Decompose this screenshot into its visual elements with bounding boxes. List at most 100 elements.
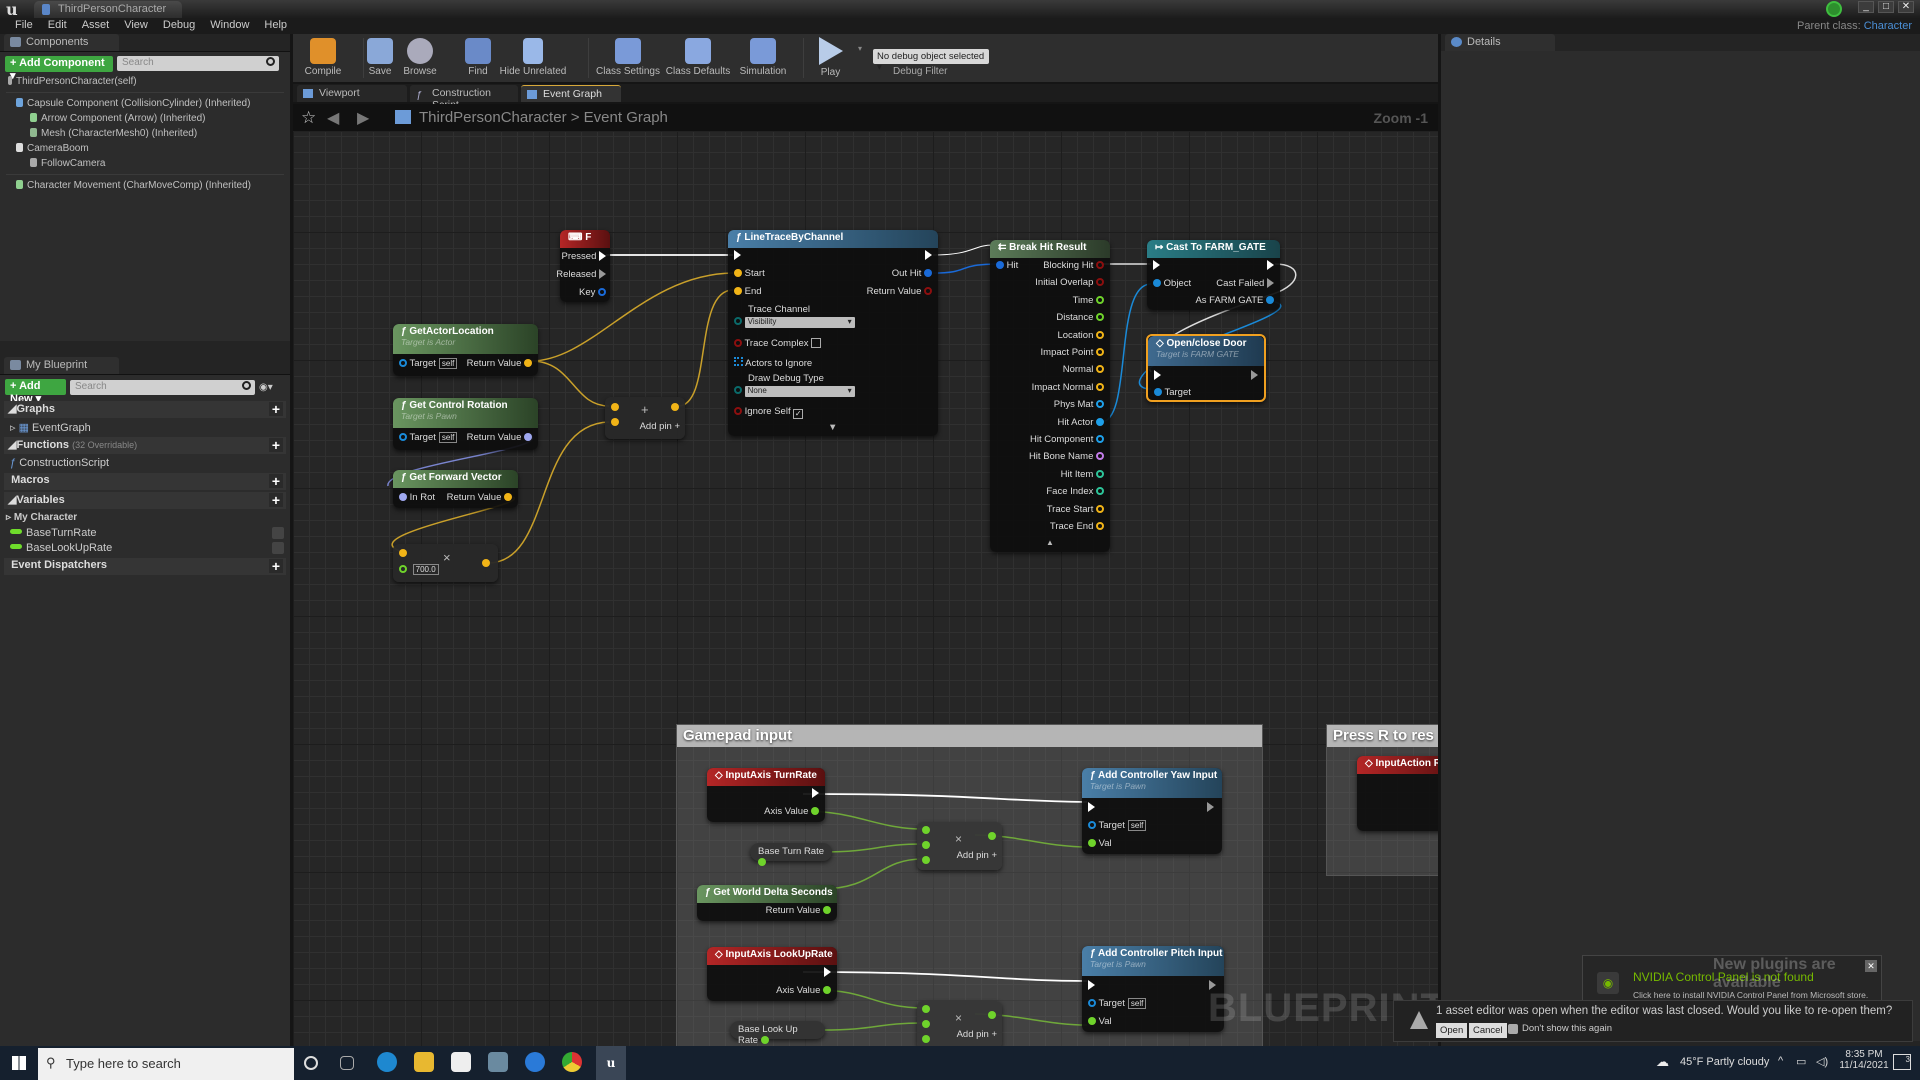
node-add[interactable]: + Add pin + bbox=[605, 397, 685, 439]
visibility-toggle[interactable] bbox=[272, 542, 284, 554]
components-search-input[interactable]: Search bbox=[117, 56, 279, 71]
pin-start[interactable]: Start bbox=[734, 268, 765, 279]
pin-output[interactable]: Trace End bbox=[1050, 521, 1104, 532]
pin-ignore-self[interactable]: Ignore Self ✓ bbox=[734, 406, 804, 419]
pin-target[interactable]: Target self bbox=[399, 432, 458, 443]
app-w-icon[interactable] bbox=[525, 1052, 545, 1072]
menu-edit[interactable]: Edit bbox=[41, 18, 75, 34]
pin-output[interactable]: Hit Component bbox=[1030, 434, 1104, 445]
pin-output[interactable]: Hit Bone Name bbox=[1029, 451, 1104, 462]
variable-item[interactable]: BaseTurnRate bbox=[0, 526, 290, 541]
pin-object[interactable]: Object bbox=[1153, 278, 1191, 289]
pin-output[interactable]: Face Index bbox=[1046, 486, 1104, 497]
close-icon[interactable]: ✕ bbox=[1865, 960, 1877, 972]
trace-channel-pin[interactable]: Visibility ▾ bbox=[734, 316, 855, 328]
my-blueprint-tab[interactable]: My Blueprint bbox=[4, 357, 119, 374]
compile-button[interactable]: Compile bbox=[293, 34, 353, 82]
network-icon[interactable]: ▭ bbox=[1796, 1055, 1806, 1068]
pin-key[interactable]: Key bbox=[579, 287, 606, 298]
class-defaults-button[interactable]: Class Defaults bbox=[663, 34, 733, 82]
pin-output[interactable]: Hit Item bbox=[1061, 469, 1104, 480]
pin-output[interactable]: Trace Start bbox=[1047, 504, 1104, 515]
pin-as-farm-gate[interactable]: As FARM GATE bbox=[1195, 295, 1274, 306]
function-item-constructionscript[interactable]: ƒ ConstructionScript bbox=[0, 456, 290, 471]
event-graph-canvas[interactable]: ☆ ◀ ▶ ThirdPersonCharacter > Event Graph… bbox=[293, 104, 1438, 1046]
menu-file[interactable]: File bbox=[8, 18, 41, 34]
pin-exec-out[interactable] bbox=[812, 788, 819, 799]
pin-released[interactable]: Released bbox=[556, 269, 606, 280]
node-inputaxis-lookuprate[interactable]: ◇ InputAxis LookUpRate Axis Value bbox=[707, 947, 837, 1001]
pin-axis-value[interactable]: Axis Value bbox=[776, 985, 831, 996]
component-item[interactable]: Mesh (CharacterMesh0) (Inherited) bbox=[0, 126, 290, 141]
favorite-star-icon[interactable]: ☆ bbox=[301, 108, 316, 128]
component-item[interactable]: Capsule Component (CollisionCylinder) (I… bbox=[0, 96, 290, 111]
pin-c[interactable] bbox=[922, 855, 930, 866]
node-cast-farm-gate[interactable]: ↦ Cast To FARM_GATE Object Cast Failed A… bbox=[1147, 240, 1280, 310]
pin-end[interactable]: End bbox=[734, 286, 762, 297]
node-get-world-delta-seconds[interactable]: ƒ Get World Delta Seconds Return Value bbox=[697, 885, 837, 921]
node-line-trace[interactable]: ƒ LineTraceByChannel Start Out Hit End R… bbox=[728, 230, 938, 436]
menu-asset[interactable]: Asset bbox=[75, 18, 118, 34]
view-options-icon[interactable]: ◉▾ bbox=[259, 382, 281, 393]
add-graph-button[interactable]: + bbox=[269, 402, 283, 416]
unreal-engine-icon[interactable]: u bbox=[596, 1046, 626, 1080]
pin-target[interactable]: Target self bbox=[1088, 998, 1147, 1009]
pin-in-rot[interactable]: In Rot bbox=[399, 492, 435, 503]
pin-exec-out[interactable] bbox=[1267, 260, 1274, 271]
pin-exec-in[interactable] bbox=[1088, 802, 1095, 813]
pin-target[interactable]: Target self bbox=[1088, 820, 1147, 831]
component-item[interactable]: Arrow Component (Arrow) (Inherited) bbox=[0, 111, 290, 126]
add-function-button[interactable]: + bbox=[269, 438, 283, 452]
tab-event-graph[interactable]: Event Graph bbox=[521, 85, 621, 102]
file-explorer-icon[interactable] bbox=[414, 1052, 434, 1072]
menu-view[interactable]: View bbox=[117, 18, 156, 34]
add-pin-button[interactable]: Add pin + bbox=[640, 421, 680, 432]
simulation-button[interactable]: Simulation bbox=[733, 34, 793, 82]
pin-exec-out[interactable] bbox=[824, 967, 831, 978]
graph-item-eventgraph[interactable]: ▹ ▦ EventGraph bbox=[0, 420, 290, 435]
tab-viewport[interactable]: Viewport bbox=[297, 85, 407, 102]
weather-text[interactable]: 45°F Partly cloudy bbox=[1680, 1056, 1769, 1068]
category-variables[interactable]: ◢Variables + bbox=[4, 492, 286, 509]
maximize-button[interactable]: □ bbox=[1878, 1, 1894, 13]
store-icon[interactable] bbox=[451, 1052, 471, 1072]
add-pin-button[interactable]: Add pin + bbox=[957, 1029, 997, 1040]
menu-window[interactable]: Window bbox=[203, 18, 257, 34]
cancel-button[interactable]: Cancel bbox=[1469, 1023, 1507, 1038]
source-control-icon[interactable] bbox=[1826, 1, 1842, 17]
trace-complex-checkbox[interactable] bbox=[811, 338, 822, 348]
forward-arrow-icon[interactable]: ▶ bbox=[357, 108, 369, 128]
pin-out[interactable] bbox=[988, 831, 996, 842]
minimize-button[interactable]: _ bbox=[1858, 1, 1874, 13]
category-event-dispatchers[interactable]: Event Dispatchers + bbox=[4, 558, 286, 575]
chrome-icon[interactable] bbox=[562, 1052, 582, 1072]
pin-hit[interactable]: Hit bbox=[996, 260, 1018, 271]
variable-item[interactable]: BaseLookUpRate bbox=[0, 541, 290, 556]
document-tab[interactable]: ThirdPersonCharacter bbox=[34, 1, 182, 18]
node-inputaxis-turnrate[interactable]: ◇ InputAxis TurnRate Axis Value bbox=[707, 768, 825, 822]
component-item[interactable]: Character Movement (CharMoveComp) (Inher… bbox=[0, 178, 290, 193]
node-get-control-rotation[interactable]: ƒ Get Control Rotation Target is Pawn Tar… bbox=[393, 398, 538, 450]
pin-return-value[interactable]: Return Value bbox=[467, 432, 532, 443]
cortana-icon[interactable] bbox=[304, 1056, 318, 1070]
task-view-icon[interactable] bbox=[340, 1056, 354, 1070]
parent-class-link[interactable]: Character bbox=[1864, 20, 1912, 32]
pin-axis-value[interactable]: Axis Value bbox=[764, 806, 819, 817]
variable-category[interactable]: ▹ My Character bbox=[0, 511, 290, 526]
pin-trace-complex[interactable]: Trace Complex bbox=[734, 338, 822, 349]
edge-icon[interactable] bbox=[377, 1052, 397, 1072]
node-get-actor-location[interactable]: ƒ GetActorLocation Target is Actor Target… bbox=[393, 324, 538, 376]
pin-return-value[interactable]: Return Value bbox=[467, 358, 532, 369]
pin-output[interactable]: Hit Actor bbox=[1057, 417, 1104, 428]
details-tab[interactable]: Details bbox=[1445, 34, 1555, 51]
pin-output[interactable]: Distance bbox=[1056, 312, 1104, 323]
visibility-toggle[interactable] bbox=[272, 527, 284, 539]
draw-debug-select[interactable]: None ▾ bbox=[744, 386, 855, 397]
back-arrow-icon[interactable]: ◀ bbox=[327, 108, 339, 128]
pin-output[interactable]: Location bbox=[1057, 330, 1104, 341]
category-macros[interactable]: Macros + bbox=[4, 473, 286, 490]
category-graphs[interactable]: ◢Graphs + bbox=[4, 401, 286, 418]
pin-a[interactable] bbox=[611, 402, 619, 413]
trace-channel-select[interactable]: Visibility ▾ bbox=[744, 317, 855, 328]
category-functions[interactable]: ◢Functions (32 Overridable) + bbox=[4, 437, 286, 454]
